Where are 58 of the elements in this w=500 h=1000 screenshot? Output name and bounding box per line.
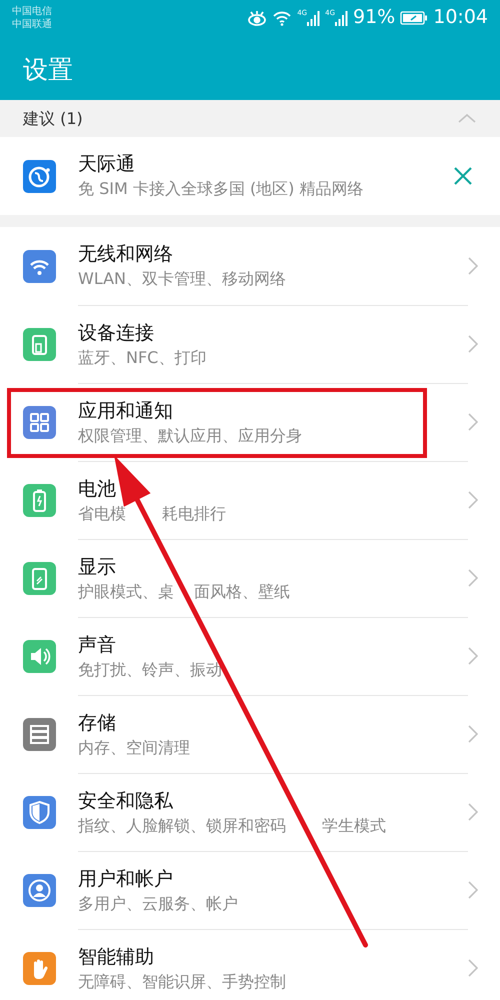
item-subtitle: 无障碍、智能识屏、手势控制 (78, 970, 287, 992)
item-title: 智能辅助 (78, 944, 155, 970)
item-title: 电池 (78, 476, 117, 502)
item-title: 用户和帐户 (78, 866, 174, 892)
phone-icon (23, 562, 56, 594)
item-subtitle: 蓝牙、NFC、打印 (78, 346, 208, 368)
item-subtitle: 免打扰、铃声、振动 (78, 658, 223, 680)
item-subtitle: 护眼模式、桌 (78, 580, 174, 602)
battery-percent: 91% (353, 8, 396, 27)
item-title: 声音 (78, 632, 117, 658)
item-subtitle: 免 SIM 卡接入全球多国 (地区) 精品网络 (78, 178, 365, 200)
section-header: 建议 (1) (23, 108, 83, 130)
shield-icon (23, 796, 56, 828)
chevron-icon[interactable] (457, 113, 477, 124)
speaker-icon (23, 640, 56, 672)
item-title: 显示 (78, 554, 117, 580)
item-subtitle: WLAN、双卡管理、移动网络 (78, 268, 288, 290)
item-title: 存储 (78, 710, 117, 736)
wifi-icon (23, 250, 56, 282)
battery-icon (23, 484, 56, 516)
storage-icon (23, 718, 56, 750)
item-subtitle: 学生模式 (322, 814, 386, 836)
devices-icon (23, 328, 56, 360)
chevron-right-icon (468, 569, 478, 587)
chevron-right-icon (468, 413, 478, 431)
eye-icon (247, 10, 268, 26)
carrier-name: 中国电信 (12, 5, 52, 18)
item-subtitle: 省电模 (78, 502, 126, 524)
item-subtitle: 内存、空间清理 (78, 736, 191, 758)
clock: 10:04 (433, 8, 488, 27)
page-title: 设置 (23, 54, 73, 86)
chevron-right-icon (468, 335, 478, 353)
chevron-right-icon (468, 647, 478, 665)
item-subtitle: 耗电排行 (162, 502, 226, 524)
chevron-right-icon (468, 491, 478, 509)
item-title: 安全和隐私 (78, 788, 174, 814)
battery-icon (400, 10, 428, 24)
chevron-right-icon (468, 959, 478, 977)
chevron-right-icon (468, 803, 478, 821)
grid-icon (23, 406, 56, 438)
chevron-right-icon (468, 257, 478, 275)
item-subtitle: 多用户、云服务、帐户 (78, 892, 239, 914)
close-icon[interactable] (454, 167, 472, 185)
signal-icon (335, 10, 348, 26)
item-title: 应用和通知 (78, 398, 174, 424)
item-title: 无线和网络 (78, 242, 174, 267)
item-subtitle: 面风格、壁纸 (194, 580, 290, 602)
signal-icon (307, 10, 320, 26)
chevron-right-icon (468, 725, 478, 743)
item-subtitle: 指纹、人脸解锁、锁屏和密码 (78, 814, 286, 836)
user-icon (23, 874, 56, 906)
hand-icon (23, 952, 56, 984)
item-title: 设备连接 (78, 320, 155, 346)
chevron-right-icon (468, 881, 478, 899)
item-title: 天际通 (78, 152, 136, 177)
carrier-name: 中国联通 (12, 18, 52, 31)
wifi-icon (272, 10, 292, 26)
item-subtitle: 权限管理、默认应用、应用分身 (78, 424, 303, 446)
